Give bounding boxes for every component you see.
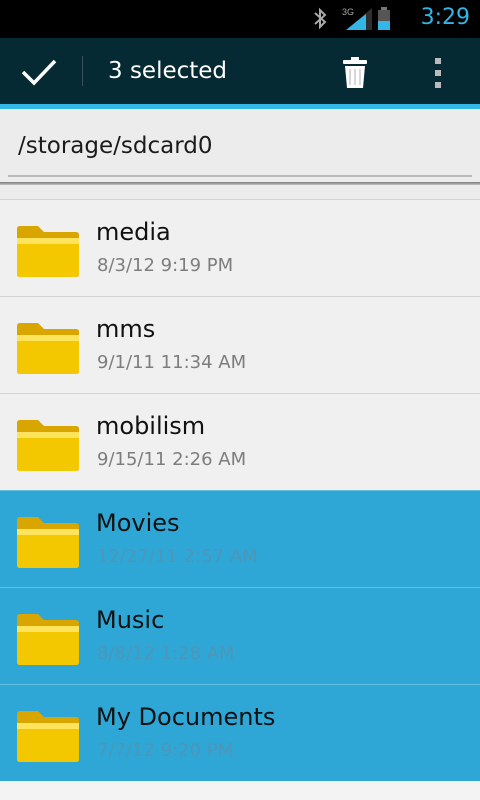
- file-name: Movies: [96, 509, 180, 537]
- file-date: 7/7/12 9:20 PM: [97, 740, 234, 761]
- delete-button[interactable]: [332, 38, 378, 104]
- signal-icon: 3G: [342, 6, 376, 36]
- file-name: Music: [96, 606, 165, 634]
- folder-icon: [17, 323, 79, 374]
- file-name: mobilism: [96, 412, 206, 440]
- file-row-4[interactable]: Music 8/8/12 1:28 AM: [0, 587, 480, 684]
- action-bar: 3 selected: [0, 38, 480, 109]
- folder-icon: [17, 420, 79, 471]
- folder-icon: [17, 226, 79, 277]
- folder-icon: [17, 517, 79, 568]
- file-row-5[interactable]: My Documents 7/7/12 9:20 PM: [0, 684, 480, 781]
- bluetooth-icon: [312, 6, 328, 36]
- done-button[interactable]: [0, 38, 82, 104]
- battery-icon: [376, 6, 394, 36]
- file-row-0[interactable]: media 8/3/12 9:19 PM: [0, 199, 480, 296]
- folder-icon: [17, 711, 79, 762]
- folder-icon: [17, 614, 79, 665]
- path-underline: [8, 175, 472, 177]
- overflow-menu-icon: [435, 58, 441, 88]
- current-path[interactable]: /storage/sdcard0: [18, 133, 212, 159]
- file-date: 8/3/12 9:19 PM: [97, 255, 234, 276]
- file-row-2[interactable]: mobilism 9/15/11 2:26 AM: [0, 393, 480, 490]
- file-name: media: [96, 218, 171, 246]
- network-type-label: 3G: [342, 7, 354, 17]
- trash-icon: [343, 57, 367, 88]
- file-date: 8/8/12 1:28 AM: [97, 643, 235, 664]
- file-list: media 8/3/12 9:19 PM mms 9/1/11 11:34 AM…: [0, 199, 480, 781]
- selection-count: 3 selected: [108, 58, 228, 84]
- status-bar: 3G 3:29: [0, 0, 480, 38]
- path-bar: /storage/sdcard0: [0, 109, 480, 184]
- file-date: 9/15/11 2:26 AM: [97, 449, 247, 470]
- file-date: 12/27/11 2:57 AM: [97, 546, 258, 567]
- overflow-menu-button[interactable]: [420, 38, 460, 104]
- file-row-1[interactable]: mms 9/1/11 11:34 AM: [0, 296, 480, 393]
- file-row-3[interactable]: Movies 12/27/11 2:57 AM: [0, 490, 480, 587]
- status-time: 3:29: [420, 5, 470, 30]
- file-name: mms: [96, 315, 156, 343]
- file-name: My Documents: [96, 703, 276, 731]
- action-divider: [82, 56, 83, 86]
- file-date: 9/1/11 11:34 AM: [97, 352, 247, 373]
- checkmark-icon: [21, 59, 57, 86]
